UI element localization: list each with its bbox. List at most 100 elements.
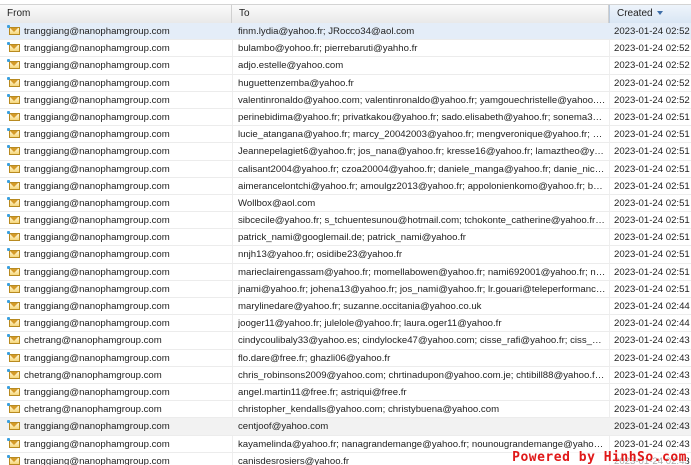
email-envelope-icon xyxy=(7,42,20,53)
from-cell: tranggiang@nanophamgroup.com xyxy=(24,197,170,209)
to-cell: patrick_nami@googlemail.de; patrick_nami… xyxy=(238,232,466,244)
email-envelope-icon xyxy=(7,403,20,414)
table-row[interactable]: tranggiang@nanophamgroup.com marylinedare… xyxy=(0,298,691,316)
email-envelope-icon xyxy=(7,179,20,190)
column-header-from-label: From xyxy=(7,8,31,19)
table-row[interactable]: tranggiang@nanophamgroup.com finm.lydia@y… xyxy=(0,23,691,41)
from-cell: tranggiang@nanophamgroup.com xyxy=(24,421,170,433)
from-cell: tranggiang@nanophamgroup.com xyxy=(24,318,170,330)
created-cell: 2023-01-24 02:43 xyxy=(614,335,690,347)
created-cell: 2023-01-24 02:44 xyxy=(614,318,690,330)
created-cell: 2023-01-24 02:51 xyxy=(614,266,690,278)
email-envelope-icon xyxy=(7,368,20,379)
email-envelope-icon xyxy=(7,265,20,276)
email-envelope-icon xyxy=(7,437,20,448)
to-cell: sibcecile@yahoo.fr; s_tchuentesunou@hotm… xyxy=(238,215,606,227)
table-row[interactable]: tranggiang@nanophamgroup.com Wollbox@aol.… xyxy=(0,195,691,213)
email-envelope-icon xyxy=(7,76,20,87)
table-row[interactable]: tranggiang@nanophamgroup.com jnami@yahoo.… xyxy=(0,281,691,298)
column-header-from[interactable]: From xyxy=(0,5,232,23)
to-cell: calisant2004@yahoo.fr; czoa20004@yahoo.f… xyxy=(238,163,606,175)
to-cell: centjoof@yahoo.com xyxy=(238,421,329,433)
from-cell: tranggiang@nanophamgroup.com xyxy=(24,26,170,37)
from-cell: tranggiang@nanophamgroup.com xyxy=(24,129,170,141)
to-cell: perinebidima@yahoo.fr; privatkakou@yahoo… xyxy=(238,111,606,123)
created-cell: 2023-01-24 02:51 xyxy=(614,180,690,192)
to-cell: flo.dare@free.fr; ghazli06@yahoo.fr xyxy=(238,352,391,364)
table-row[interactable]: tranggiang@nanophamgroup.com sibcecile@ya… xyxy=(0,212,691,230)
email-envelope-icon xyxy=(7,282,20,293)
table-row[interactable]: tranggiang@nanophamgroup.com Jeannepelagi… xyxy=(0,143,691,161)
table-row[interactable]: chetrang@nanophamgroup.com chris_robinson… xyxy=(0,367,691,384)
table-row[interactable]: tranggiang@nanophamgroup.com valentinrona… xyxy=(0,92,691,109)
from-cell: tranggiang@nanophamgroup.com xyxy=(24,60,170,72)
table-row[interactable]: tranggiang@nanophamgroup.com jooger11@yah… xyxy=(0,315,691,333)
from-cell: tranggiang@nanophamgroup.com xyxy=(24,146,170,158)
table-row[interactable]: tranggiang@nanophamgroup.com perinebidima… xyxy=(0,109,691,127)
created-cell: 2023-01-24 02:51 xyxy=(614,129,690,141)
table-row[interactable]: tranggiang@nanophamgroup.com angel.martin… xyxy=(0,384,691,402)
created-cell: 2023-01-24 02:43 xyxy=(614,369,690,381)
to-cell: angel.martin11@free.fr; astriqui@free.fr xyxy=(238,386,407,398)
created-cell: 2023-01-24 02:52 xyxy=(614,60,690,72)
created-cell: 2023-01-24 02:51 xyxy=(614,283,690,295)
to-cell: Wollbox@aol.com xyxy=(238,197,316,209)
email-envelope-icon xyxy=(7,385,20,396)
created-cell: 2023-01-24 02:51 xyxy=(614,232,690,244)
email-envelope-icon xyxy=(7,162,20,173)
table-row[interactable]: tranggiang@nanophamgroup.com marieclairen… xyxy=(0,264,691,281)
to-cell: finm.lydia@yahoo.fr; JRocco34@aol.com xyxy=(238,26,415,37)
from-cell: chetrang@nanophamgroup.com xyxy=(24,404,162,416)
grid-body: tranggiang@nanophamgroup.com finm.lydia@y… xyxy=(0,23,691,465)
email-envelope-icon xyxy=(7,59,20,70)
email-envelope-icon xyxy=(7,351,20,362)
to-cell: lucie_atangana@yahoo.fr; marcy_20042003@… xyxy=(238,129,606,141)
created-cell: 2023-01-24 02:44 xyxy=(614,301,690,312)
table-row[interactable]: chetrang@nanophamgroup.com christopher_ke… xyxy=(0,401,691,419)
to-cell: cindycoulibaly33@yahoo.es; cindylocke47@… xyxy=(238,335,606,347)
email-envelope-icon xyxy=(7,454,20,465)
table-row[interactable]: tranggiang@nanophamgroup.com adjo.estelle… xyxy=(0,57,691,75)
table-row[interactable]: tranggiang@nanophamgroup.com bulambo@yoho… xyxy=(0,40,691,58)
table-row[interactable]: chetrang@nanophamgroup.com cindycoulibaly… xyxy=(0,332,691,350)
from-cell: tranggiang@nanophamgroup.com xyxy=(24,283,170,295)
to-cell: bulambo@yohoo.fr; pierrebaruti@yahho.fr xyxy=(238,43,418,55)
from-cell: tranggiang@nanophamgroup.com xyxy=(24,249,170,261)
to-cell: adjo.estelle@yahoo.com xyxy=(238,60,344,72)
created-cell: 2023-01-24 02:51 xyxy=(614,215,690,227)
sort-descending-icon[interactable] xyxy=(656,11,663,16)
email-envelope-icon xyxy=(7,128,20,139)
from-cell: tranggiang@nanophamgroup.com xyxy=(24,43,170,55)
email-envelope-icon xyxy=(7,145,20,156)
table-row[interactable]: tranggiang@nanophamgroup.com huguettenzem… xyxy=(0,75,691,92)
email-envelope-icon xyxy=(7,214,20,225)
table-row[interactable]: tranggiang@nanophamgroup.com nnjh13@yahoo… xyxy=(0,246,691,264)
table-row[interactable]: tranggiang@nanophamgroup.com centjoof@yah… xyxy=(0,418,691,436)
created-cell: 2023-01-24 02:52 xyxy=(614,77,690,89)
column-header-created[interactable]: Created xyxy=(609,5,691,23)
table-row[interactable]: tranggiang@nanophamgroup.com aimerancelon… xyxy=(0,178,691,195)
from-cell: tranggiang@nanophamgroup.com xyxy=(24,163,170,175)
to-cell: huguettenzemba@yahoo.fr xyxy=(238,77,354,89)
created-cell: 2023-01-24 02:52 xyxy=(614,43,690,55)
from-cell: tranggiang@nanophamgroup.com xyxy=(24,266,170,278)
created-cell: 2023-01-24 02:43 xyxy=(614,386,690,398)
from-cell: tranggiang@nanophamgroup.com xyxy=(24,232,170,244)
created-cell: 2023-01-24 02:51 xyxy=(614,249,690,261)
email-envelope-icon xyxy=(7,110,20,121)
to-cell: jooger11@yahoo.fr; julelole@yahoo.fr; la… xyxy=(238,318,502,330)
created-cell: 2023-01-24 02:51 xyxy=(614,111,690,123)
created-cell: 2023-01-24 02:51 xyxy=(614,163,690,175)
column-header-to[interactable]: To xyxy=(232,5,609,23)
table-row[interactable]: tranggiang@nanophamgroup.com lucie_atanga… xyxy=(0,126,691,144)
email-grid: From To Created tranggiang@nanophamgroup… xyxy=(0,0,691,465)
table-row[interactable]: tranggiang@nanophamgroup.com calisant2004… xyxy=(0,161,691,178)
table-row[interactable]: tranggiang@nanophamgroup.com patrick_nami… xyxy=(0,229,691,247)
from-cell: tranggiang@nanophamgroup.com xyxy=(24,215,170,227)
from-cell: tranggiang@nanophamgroup.com xyxy=(24,438,170,450)
to-cell: christopher_kendalls@yahoo.com; christyb… xyxy=(238,404,500,416)
from-cell: tranggiang@nanophamgroup.com xyxy=(24,111,170,123)
to-cell: valentinronaldo@yahoo.com; valentinronal… xyxy=(238,94,606,106)
table-row[interactable]: tranggiang@nanophamgroup.com flo.dare@fre… xyxy=(0,350,691,367)
from-cell: tranggiang@nanophamgroup.com xyxy=(24,180,170,192)
